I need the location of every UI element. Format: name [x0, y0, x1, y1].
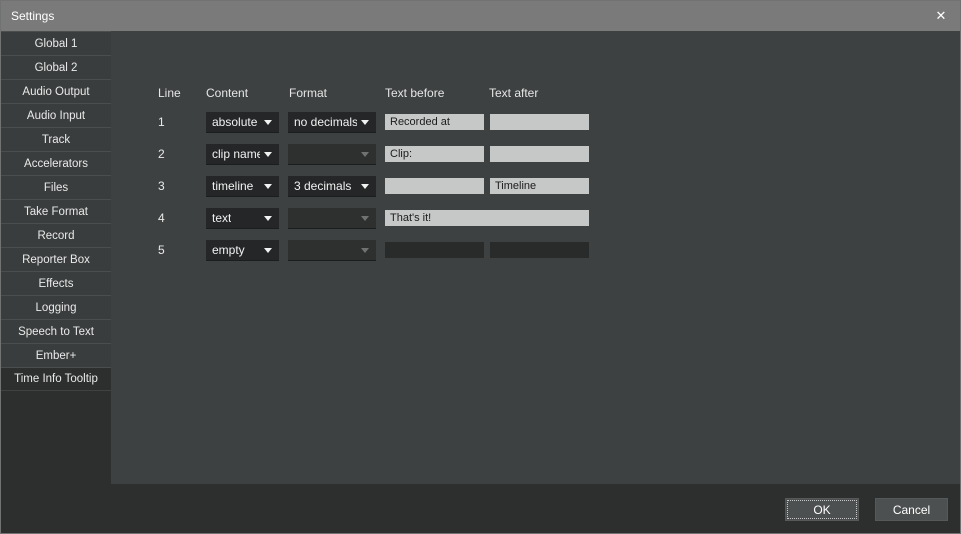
content-dropdown-row1[interactable]: absolute	[206, 112, 279, 133]
column-header-text-after: Text after	[489, 86, 538, 100]
sidebar-item-audio-output[interactable]: Audio Output	[1, 79, 111, 103]
chevron-down-icon	[361, 184, 369, 189]
close-icon[interactable]: ✕	[922, 1, 960, 31]
line-number: 5	[158, 240, 165, 261]
cancel-button[interactable]: Cancel	[875, 498, 948, 521]
table-row: 2 clip name	[111, 144, 960, 165]
sidebar-item-accelerators[interactable]: Accelerators	[1, 151, 111, 175]
text-after-input-row2[interactable]	[490, 146, 589, 162]
ok-button[interactable]: OK	[785, 498, 859, 521]
text-before-input-row1[interactable]	[385, 114, 484, 130]
content-dropdown-value: text	[212, 211, 231, 225]
settings-dialog: Settings ✕ Global 1 Global 2 Audio Outpu…	[0, 0, 961, 534]
line-number: 1	[158, 112, 165, 133]
content-dropdown-value: absolute	[212, 115, 257, 129]
chevron-down-icon	[361, 216, 369, 221]
content-dropdown-row4[interactable]: text	[206, 208, 279, 229]
format-dropdown-row2	[288, 144, 376, 165]
sidebar-item-reporter-box[interactable]: Reporter Box	[1, 247, 111, 271]
text-before-input-row5	[385, 242, 484, 258]
format-dropdown-row1[interactable]: no decimals	[288, 112, 376, 133]
sidebar-item-track[interactable]: Track	[1, 127, 111, 151]
text-after-input-row3[interactable]	[490, 178, 589, 194]
text-after-input-row5	[490, 242, 589, 258]
text-before-input-row3[interactable]	[385, 178, 484, 194]
content-dropdown-value: timeline	[212, 179, 253, 193]
sidebar-item-effects[interactable]: Effects	[1, 271, 111, 295]
content-dropdown-value: empty	[212, 243, 245, 257]
sidebar-item-take-format[interactable]: Take Format	[1, 199, 111, 223]
content-dropdown-value: clip name	[212, 147, 260, 161]
chevron-down-icon	[361, 152, 369, 157]
format-dropdown-row4	[288, 208, 376, 229]
title-bar[interactable]: Settings	[1, 1, 960, 31]
sidebar-item-ember-plus[interactable]: Ember+	[1, 343, 111, 367]
chevron-down-icon	[264, 152, 272, 157]
column-header-line: Line	[158, 86, 181, 100]
sidebar-item-global-2[interactable]: Global 2	[1, 55, 111, 79]
time-info-tooltip-panel: Line Content Format Text before Text aft…	[111, 31, 960, 484]
content-dropdown-row3[interactable]: timeline	[206, 176, 279, 197]
text-input-row4[interactable]	[385, 210, 589, 226]
sidebar-item-files[interactable]: Files	[1, 175, 111, 199]
text-after-input-row1[interactable]	[490, 114, 589, 130]
format-dropdown-value: no decimals	[294, 115, 357, 129]
table-row: 3 timeline 3 decimals	[111, 176, 960, 197]
sidebar-item-logging[interactable]: Logging	[1, 295, 111, 319]
format-dropdown-value: 3 decimals	[294, 179, 351, 193]
column-header-content: Content	[206, 86, 248, 100]
format-dropdown-row3[interactable]: 3 decimals	[288, 176, 376, 197]
chevron-down-icon	[361, 248, 369, 253]
sidebar-item-record[interactable]: Record	[1, 223, 111, 247]
table-row: 4 text	[111, 208, 960, 229]
chevron-down-icon	[264, 184, 272, 189]
column-header-text-before: Text before	[385, 86, 444, 100]
content-dropdown-row5[interactable]: empty	[206, 240, 279, 261]
settings-category-list: Global 1 Global 2 Audio Output Audio Inp…	[1, 31, 111, 391]
line-number: 4	[158, 208, 165, 229]
format-dropdown-row5	[288, 240, 376, 261]
chevron-down-icon	[264, 216, 272, 221]
line-number: 2	[158, 144, 165, 165]
chevron-down-icon	[264, 120, 272, 125]
column-header-format: Format	[289, 86, 327, 100]
window-title: Settings	[11, 9, 54, 23]
chevron-down-icon	[264, 248, 272, 253]
table-row: 5 empty	[111, 240, 960, 261]
sidebar-item-speech-to-text[interactable]: Speech to Text	[1, 319, 111, 343]
sidebar-item-audio-input[interactable]: Audio Input	[1, 103, 111, 127]
line-number: 3	[158, 176, 165, 197]
table-row: 1 absolute no decimals	[111, 112, 960, 133]
content-dropdown-row2[interactable]: clip name	[206, 144, 279, 165]
sidebar-item-global-1[interactable]: Global 1	[1, 31, 111, 55]
chevron-down-icon	[361, 120, 369, 125]
text-before-input-row2[interactable]	[385, 146, 484, 162]
sidebar-item-time-info-tooltip[interactable]: Time Info Tooltip	[1, 367, 111, 391]
